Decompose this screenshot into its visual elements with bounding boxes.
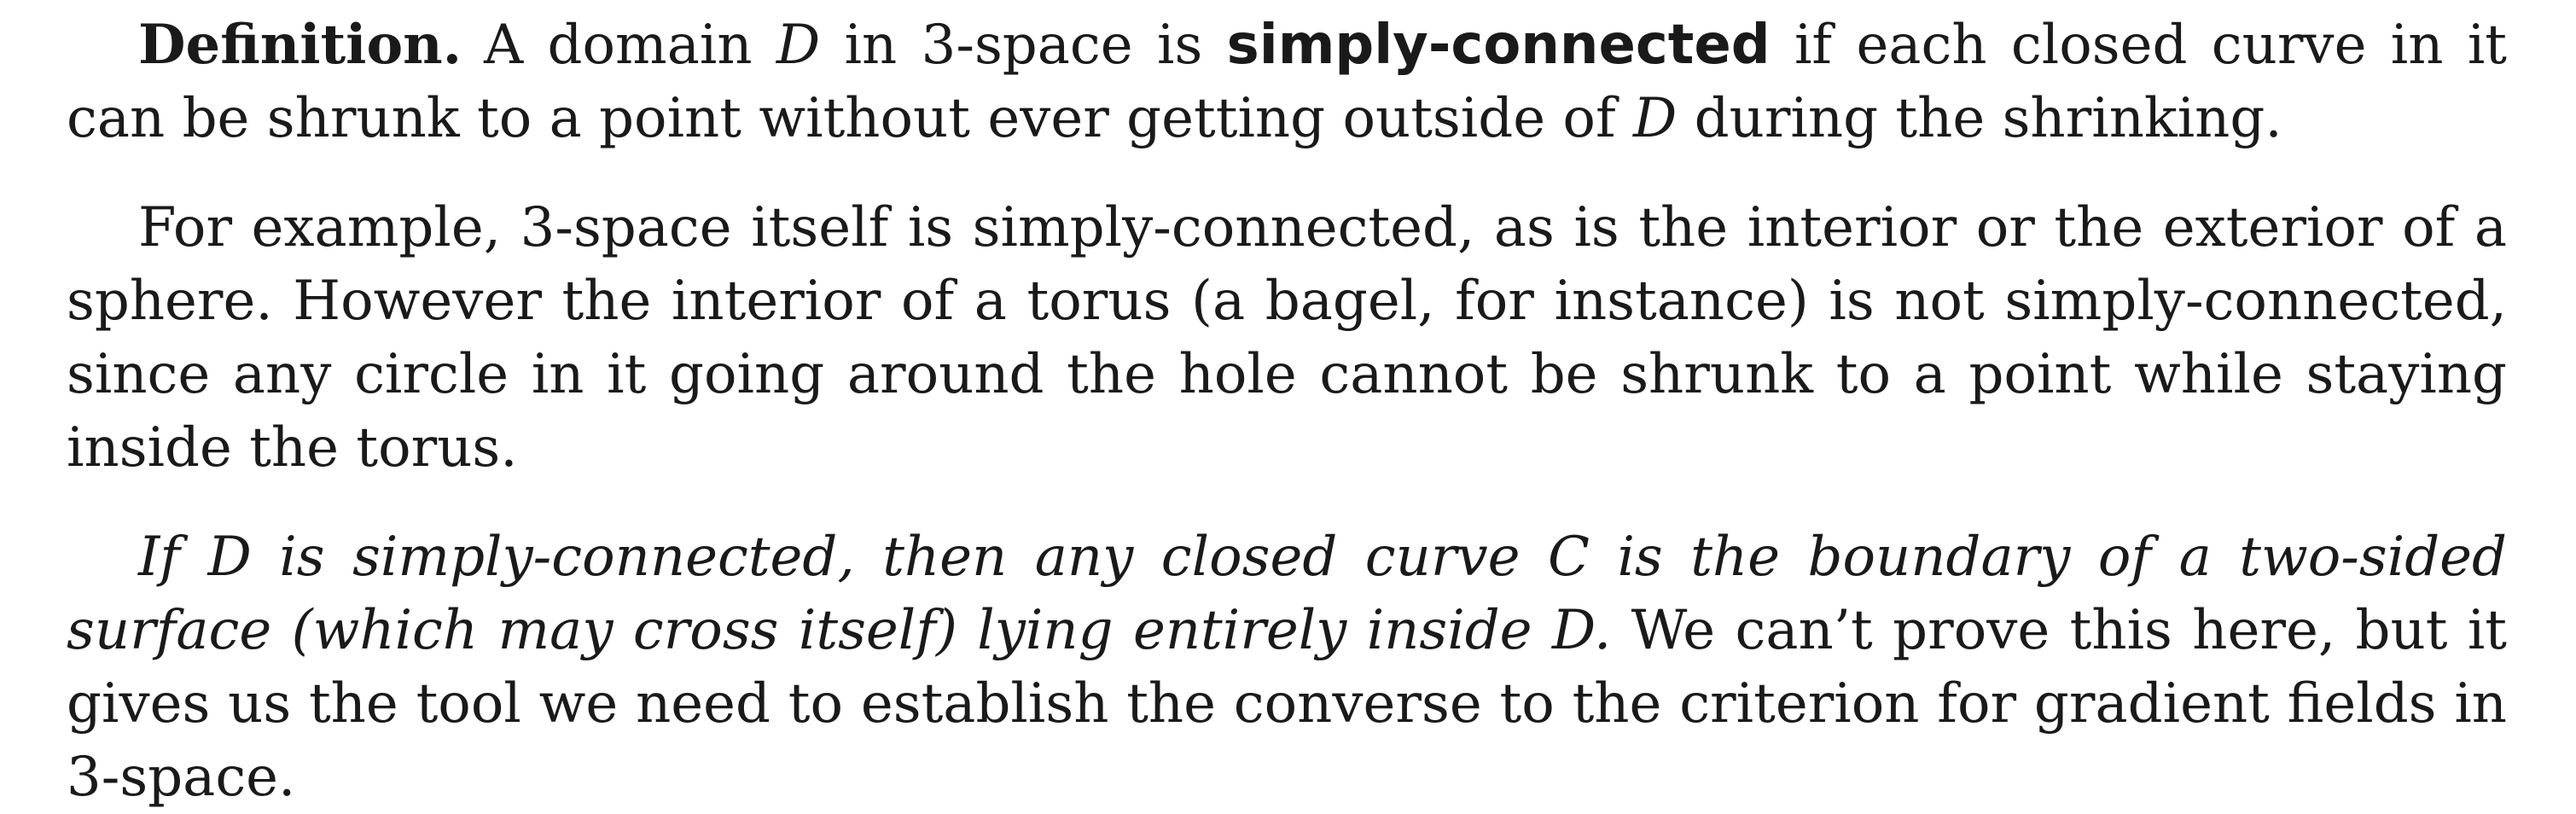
math-variable-d: D xyxy=(1632,87,1678,150)
definition-label: Definition. xyxy=(138,13,462,77)
document-body: Definition. A domain D in 3-space is simp… xyxy=(67,9,2507,814)
definition-paragraph: Definition. A domain D in 3-space is simp… xyxy=(67,9,2507,155)
math-variable-d: D xyxy=(776,14,821,77)
defined-term: simply-connected xyxy=(1226,14,1771,77)
theorem-paragraph: If D is simply-connected, then any close… xyxy=(67,520,2507,814)
example-paragraph: For example, 3-space itself is simply-co… xyxy=(67,196,2507,480)
definition-text-mid: in 3-space is xyxy=(820,14,1227,77)
definition-text-end: during the shrinking. xyxy=(1677,87,2282,150)
definition-text-before: A domain xyxy=(483,14,776,77)
